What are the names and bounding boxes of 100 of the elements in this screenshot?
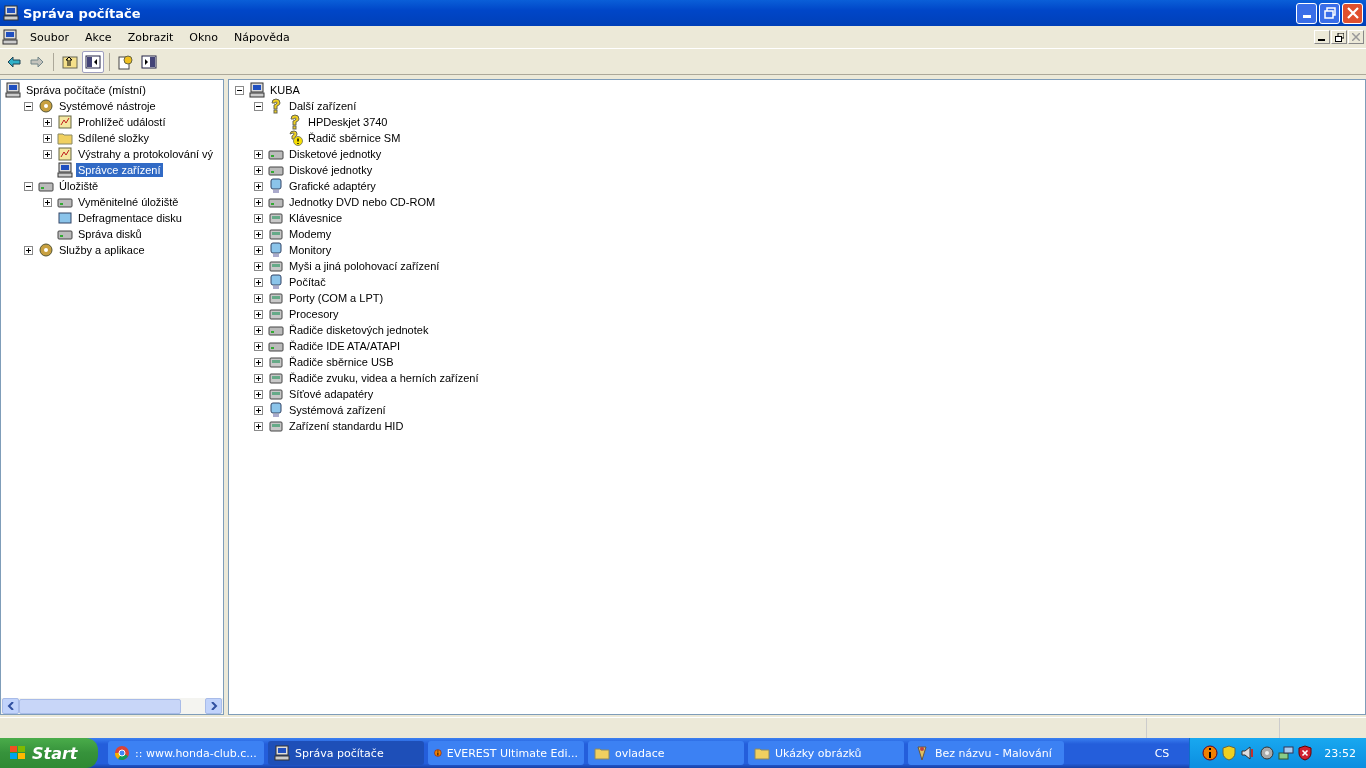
taskbar-button[interactable]: Ukázky obrázků [748, 741, 904, 765]
question-icon [287, 114, 303, 130]
expand-toggle[interactable] [254, 341, 263, 351]
expand-toggle[interactable] [254, 389, 263, 399]
taskbar-label: ovladace [615, 746, 665, 760]
expand-toggle[interactable] [254, 405, 263, 415]
expand-toggle[interactable] [254, 277, 263, 287]
chevron-left-icon [6, 702, 15, 710]
expand-toggle[interactable] [24, 245, 33, 255]
tree-item[interactable]: Porty (COM a LPT) [287, 291, 386, 305]
taskbar-button[interactable]: EVEREST Ultimate Edi... [428, 741, 584, 765]
tree-item[interactable]: Klávesnice [287, 211, 345, 225]
tree-item[interactable]: Myši a jiná polohovací zařízení [287, 259, 442, 273]
tree-item[interactable]: Zařízení standardu HID [287, 419, 406, 433]
expand-toggle[interactable] [254, 229, 263, 239]
expand-toggle[interactable] [254, 357, 263, 367]
expand-toggle[interactable] [254, 181, 263, 191]
menu-item[interactable]: Nápověda [226, 28, 298, 46]
close-icon [1352, 33, 1360, 41]
taskbar-button[interactable]: Bez názvu - Malování [908, 741, 1064, 765]
expand-toggle[interactable] [254, 261, 263, 271]
tree-item[interactable]: Řadiče disketových jednotek [287, 323, 431, 337]
tree-item[interactable]: Počítač [287, 275, 328, 289]
close-button[interactable] [1342, 2, 1363, 24]
device-icon [268, 306, 284, 322]
menu-item[interactable]: Akce [76, 28, 120, 46]
taskbar-label: EVEREST Ultimate Edi... [446, 746, 578, 760]
expand-toggle[interactable] [254, 421, 263, 431]
tree-item[interactable]: Sdílené složky [76, 131, 151, 145]
tree-item[interactable]: Jednotky DVD nebo CD-ROM [287, 195, 438, 209]
taskbar-button[interactable]: ovladace [588, 741, 744, 765]
tree-item[interactable]: Správa počítače (místní) [24, 83, 148, 97]
tree-item[interactable]: Správa disků [76, 227, 144, 241]
tree-item[interactable]: Úložiště [57, 179, 101, 193]
tree-item[interactable]: Monitory [287, 243, 334, 257]
start-button[interactable]: Start [0, 738, 98, 768]
collapse-toggle[interactable] [24, 181, 33, 191]
tree-toggle-button[interactable] [82, 50, 104, 73]
tree-item[interactable]: Grafické adaptéry [287, 179, 378, 193]
tree-item[interactable]: Výstrahy a protokolování vý [76, 147, 216, 161]
expand-toggle[interactable] [254, 245, 263, 255]
tree-item[interactable]: Řadiče sběrnice USB [287, 355, 396, 369]
taskbar-button[interactable]: Správa počítače [268, 741, 424, 765]
restore-icon [1334, 32, 1344, 42]
disc-icon[interactable] [1259, 745, 1276, 761]
chevron-right-icon [209, 702, 218, 710]
device-icon [268, 258, 284, 274]
horizontal-scrollbar[interactable] [1, 698, 223, 714]
expand-toggle[interactable] [254, 325, 263, 335]
expand-toggle[interactable] [254, 149, 263, 159]
scroll-left-button[interactable] [2, 698, 19, 714]
menu-item[interactable]: Soubor [22, 28, 77, 46]
up-folder-icon [62, 53, 78, 70]
expand-toggle[interactable] [43, 197, 52, 207]
tree-item[interactable]: Správce zařízení [76, 163, 163, 177]
tree-item[interactable]: Defragmentace disku [76, 211, 184, 225]
tree-item[interactable]: Další zařízení [287, 99, 359, 113]
expand-toggle[interactable] [43, 149, 52, 159]
collapse-toggle[interactable] [235, 85, 244, 95]
shield-icon[interactable] [1297, 745, 1314, 761]
tree-item[interactable]: Systémové nástroje [57, 99, 158, 113]
minimize-button[interactable] [1314, 30, 1330, 44]
question-icon [268, 98, 284, 114]
language-indicator[interactable]: CS [1154, 746, 1170, 760]
expand-toggle[interactable] [254, 165, 263, 175]
computer-icon [5, 82, 21, 98]
restore-button[interactable] [1331, 30, 1347, 44]
tree-item[interactable]: Modemy [287, 227, 334, 241]
tree-item[interactable]: Systémová zařízení [287, 403, 388, 417]
expand-toggle[interactable] [43, 117, 52, 127]
expand-toggle[interactable] [254, 197, 263, 207]
tree-item[interactable]: Řadič sběrnice SM [306, 131, 403, 145]
expand-toggle[interactable] [254, 213, 263, 223]
collapse-toggle[interactable] [254, 101, 263, 111]
tree-item[interactable]: Diskové jednotky [287, 163, 375, 177]
menu-item[interactable]: Okno [181, 28, 227, 46]
tree-item[interactable]: Disketové jednotky [287, 147, 384, 161]
expand-toggle[interactable] [254, 309, 263, 319]
menu-item[interactable]: Zobrazit [119, 28, 182, 46]
network-icon[interactable] [1278, 745, 1295, 761]
minimize-button[interactable] [1296, 2, 1317, 24]
tree-item[interactable]: HPDeskjet 3740 [306, 115, 390, 129]
tree-item[interactable]: Síťové adapatéry [287, 387, 376, 401]
collapse-toggle[interactable] [24, 101, 33, 111]
info-icon[interactable] [1202, 745, 1219, 761]
tree-item[interactable]: KUBA [268, 83, 302, 97]
expand-toggle[interactable] [43, 133, 52, 143]
tree-item[interactable]: Procesory [287, 307, 341, 321]
expand-toggle[interactable] [254, 293, 263, 303]
tree-item[interactable]: Řadiče zvuku, videa a herních zařízení [287, 371, 481, 385]
restore-button[interactable] [1319, 2, 1340, 24]
restore-icon [1323, 7, 1336, 19]
tree-item[interactable]: Služby a aplikace [57, 243, 147, 257]
tree-item[interactable]: Prohlížeč událostí [76, 115, 168, 129]
taskbar-button[interactable]: :: www.honda-club.c... [108, 741, 264, 765]
tree-item[interactable]: Řadiče IDE ATA/ATAPI [287, 339, 403, 353]
scroll-right-button[interactable] [205, 698, 222, 714]
expand-toggle[interactable] [254, 373, 263, 383]
window-title: Správa počítače [23, 5, 142, 21]
tree-item[interactable]: Vyměnitelné úložiště [76, 195, 181, 209]
